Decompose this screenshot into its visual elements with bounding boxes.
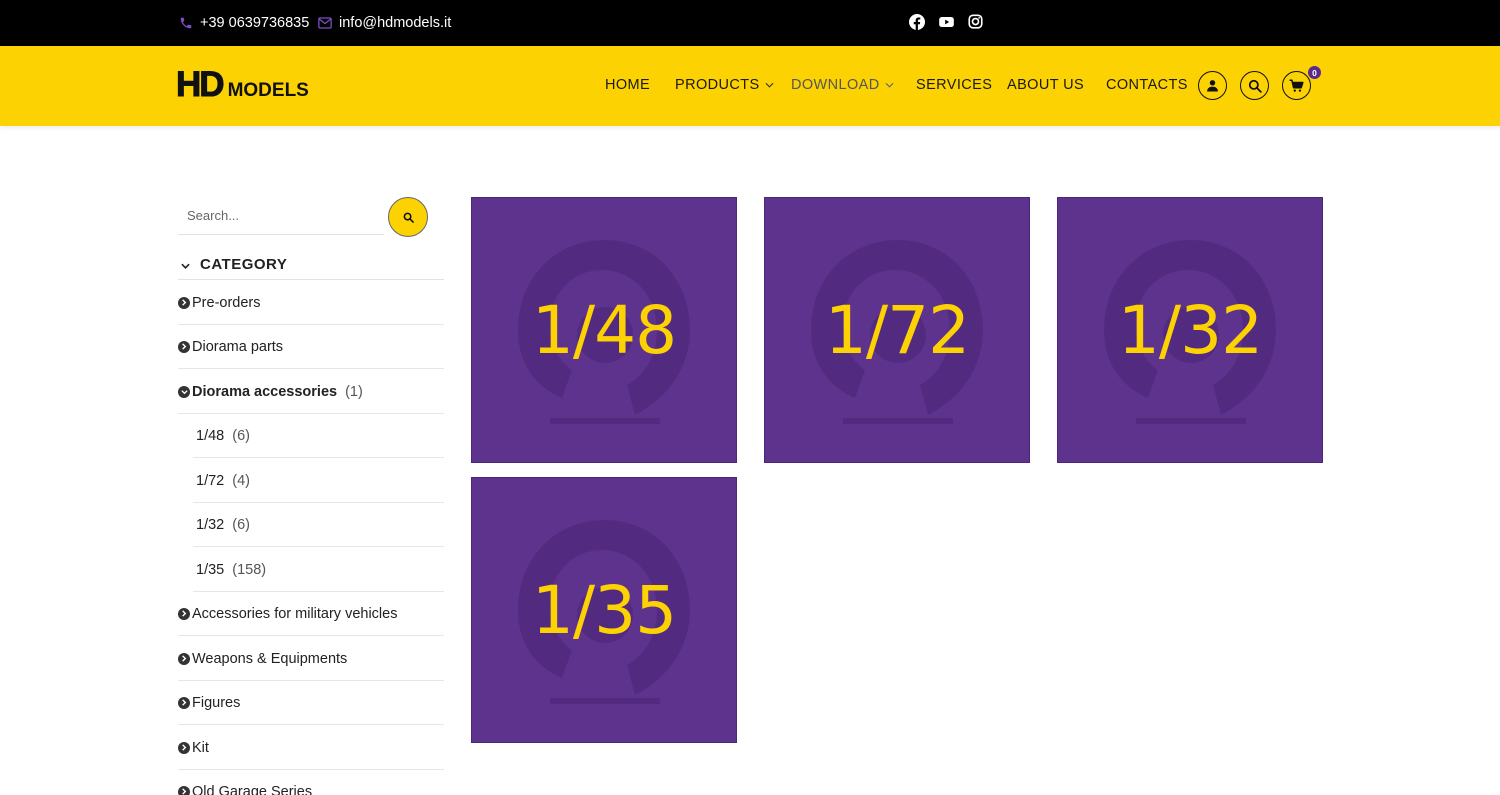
category-diorama-accessories[interactable]: Diorama accessories (1) xyxy=(178,370,444,414)
facebook-icon[interactable] xyxy=(909,14,925,30)
site-logo[interactable]: HD MODELS xyxy=(176,65,309,104)
tile-scale-label: 1/35 xyxy=(531,571,677,649)
category-tile-1-32[interactable]: 1/32 xyxy=(1057,197,1323,463)
chevron-down-icon xyxy=(181,263,190,269)
nav-services[interactable]: SERVICES xyxy=(916,77,992,93)
nav-about-us-label: ABOUT US xyxy=(1007,77,1085,93)
category-tile-1-35[interactable]: 1/35 xyxy=(471,477,737,743)
envelope-icon xyxy=(318,17,332,29)
chevron-right-circle-icon xyxy=(178,607,190,620)
category-label: 1/35 xyxy=(196,561,225,578)
category-pre-orders[interactable]: Pre-orders xyxy=(178,281,444,325)
social-links xyxy=(909,14,984,30)
phone-number: +39 0639736835 xyxy=(200,15,310,31)
logo-text: MODELS xyxy=(227,80,309,101)
nav-contacts[interactable]: CONTACTS xyxy=(1106,77,1188,93)
category-heading[interactable]: CATEGORY xyxy=(178,256,444,280)
nav-home-label: HOME xyxy=(605,77,651,93)
chevron-down-icon xyxy=(765,82,774,88)
category-tile-1-48[interactable]: 1/48 xyxy=(471,197,737,463)
chevron-right-circle-icon xyxy=(178,296,190,309)
chevron-right-circle-icon xyxy=(178,785,190,795)
cart-count-badge: 0 xyxy=(1308,66,1321,79)
search-submit-button[interactable] xyxy=(388,197,428,237)
email-contact[interactable]: info@hdmodels.it xyxy=(318,0,451,46)
user-icon xyxy=(1207,80,1218,92)
chevron-down-icon xyxy=(885,82,894,88)
tile-scale-label: 1/48 xyxy=(531,291,677,369)
category-label: Kit xyxy=(192,739,209,756)
nav-products[interactable]: PRODUCTS xyxy=(675,77,774,93)
nav-services-label: SERVICES xyxy=(916,77,993,93)
chevron-right-circle-icon xyxy=(178,741,190,754)
chevron-right-circle-icon xyxy=(178,652,190,665)
search-icon xyxy=(403,212,414,223)
category-label: Pre-orders xyxy=(192,294,261,311)
subcategory-1-72[interactable]: 1/72 (4) xyxy=(193,459,444,503)
nav-products-label: PRODUCTS xyxy=(675,77,760,93)
tile-scale-label: 1/72 xyxy=(824,291,970,369)
category-figures[interactable]: Figures xyxy=(178,681,444,725)
category-count: (6) xyxy=(232,516,250,533)
search-input[interactable] xyxy=(178,197,384,235)
category-label: Weapons & Equipments xyxy=(192,650,348,667)
category-old-garage-series[interactable]: Old Garage Series xyxy=(178,770,444,795)
chevron-down-circle-icon xyxy=(178,385,190,398)
category-diorama-parts[interactable]: Diorama parts xyxy=(178,325,444,369)
category-count: (6) xyxy=(232,427,250,444)
category-kit[interactable]: Kit xyxy=(178,726,444,770)
category-label: Old Garage Series xyxy=(192,783,313,795)
main-header: HD MODELS HOME PRODUCTS DOWNLOAD SERVICE… xyxy=(0,46,1500,126)
account-button[interactable] xyxy=(1198,71,1227,100)
category-accessories-military-vehicles[interactable]: Accessories for military vehicles xyxy=(178,592,444,636)
category-label: 1/48 xyxy=(196,427,225,444)
cart-icon xyxy=(1289,78,1304,92)
category-heading-label: CATEGORY xyxy=(200,256,288,273)
top-bar: +39 0639736835 info@hdmodels.it xyxy=(0,0,1500,46)
phone-contact[interactable]: +39 0639736835 xyxy=(179,0,309,46)
phone-icon xyxy=(180,17,192,29)
cart-button[interactable] xyxy=(1282,71,1311,100)
category-label: Accessories for military vehicles xyxy=(192,605,398,622)
category-label: Diorama parts xyxy=(192,338,284,355)
category-label: 1/32 xyxy=(196,516,225,533)
subcategory-1-48[interactable]: 1/48 (6) xyxy=(193,414,444,458)
category-count: (158) xyxy=(232,561,267,578)
category-label: Figures xyxy=(192,694,241,711)
subcategory-1-35[interactable]: 1/35 (158) xyxy=(193,548,444,592)
subcategory-1-32[interactable]: 1/32 (6) xyxy=(193,503,444,547)
chevron-right-circle-icon xyxy=(178,340,190,353)
nav-download-label: DOWNLOAD xyxy=(791,77,880,93)
search-icon xyxy=(1248,79,1262,93)
category-count: (1) xyxy=(345,383,363,400)
nav-contacts-label: CONTACTS xyxy=(1106,77,1188,93)
search-toggle-button[interactable] xyxy=(1240,71,1269,100)
sidebar-search xyxy=(178,197,428,237)
nav-home[interactable]: HOME xyxy=(605,77,650,93)
tile-scale-label: 1/32 xyxy=(1117,291,1263,369)
chevron-right-circle-icon xyxy=(178,696,190,709)
youtube-icon[interactable] xyxy=(938,14,955,30)
category-tile-1-72[interactable]: 1/72 xyxy=(764,197,1030,463)
category-weapons-equipments[interactable]: Weapons & Equipments xyxy=(178,637,444,681)
category-label: Diorama accessories xyxy=(192,383,338,400)
category-label: 1/72 xyxy=(196,472,225,489)
category-count: (4) xyxy=(232,472,250,489)
nav-download[interactable]: DOWNLOAD xyxy=(791,77,894,93)
nav-about-us[interactable]: ABOUT US xyxy=(1007,77,1084,93)
logo-mark: HD xyxy=(176,65,226,104)
email-address: info@hdmodels.it xyxy=(339,15,452,31)
instagram-icon[interactable] xyxy=(968,14,984,30)
